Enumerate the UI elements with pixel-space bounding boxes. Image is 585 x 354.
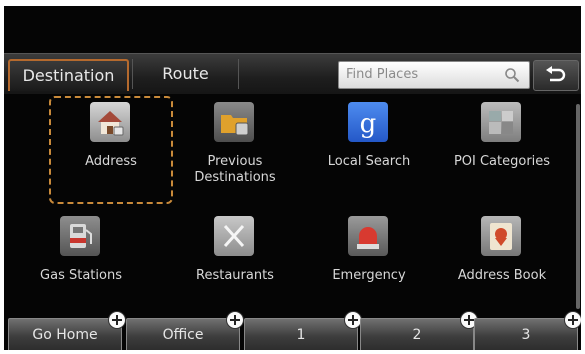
search-icon[interactable] [504, 67, 520, 83]
menu-item-poi-categories[interactable]: POI Categories [442, 98, 562, 202]
address-book-icon [481, 216, 521, 256]
search-input[interactable]: Find Places [338, 61, 530, 89]
destination-menu: Address Previous Destinations g Local Se… [4, 94, 581, 314]
folder-icon [214, 102, 254, 142]
menu-item-gas-stations[interactable]: Gas Stations [21, 212, 141, 316]
back-button[interactable] [533, 60, 579, 91]
fork-knife-icon [214, 216, 254, 256]
tab-destination[interactable]: Destination [8, 59, 129, 91]
back-arrow-icon [546, 66, 566, 82]
poi-icon [481, 102, 521, 142]
go-home-button[interactable]: Go Home [8, 311, 126, 350]
quick-button-label: 2 [412, 327, 422, 343]
menu-item-label: Address Book [457, 268, 547, 283]
tab-bar: Destination Route Find Places [4, 53, 581, 96]
menu-item-local-search[interactable]: g Local Search [309, 98, 429, 202]
menu-item-address-book[interactable]: Address Book [442, 212, 562, 316]
plus-icon[interactable] [564, 311, 581, 329]
scrollbar[interactable] [576, 104, 580, 309]
quick-button-label: Office [162, 327, 204, 343]
quick-destinations-bar: Go Home Office 1 2 3 [4, 311, 581, 350]
menu-item-restaurants[interactable]: Restaurants [175, 212, 295, 316]
menu-item-label: POI Categories [453, 154, 551, 169]
quick-button-label: Go Home [32, 327, 98, 343]
menu-item-label: Gas Stations [40, 268, 122, 283]
menu-item-label: Local Search [327, 154, 411, 169]
menu-item-address[interactable]: Address [49, 96, 173, 204]
menu-item-label: Restaurants [196, 268, 274, 283]
menu-item-emergency[interactable]: Emergency [309, 212, 429, 316]
gas-pump-icon [60, 216, 100, 256]
svg-text:g: g [360, 109, 377, 139]
quick-slot-3-button[interactable]: 3 [474, 311, 581, 350]
google-icon: g [348, 102, 388, 142]
plus-icon[interactable] [108, 311, 126, 329]
quick-button-label: 1 [296, 327, 306, 343]
navigation-screen: Destination Route Find Places Address Pr… [4, 6, 581, 350]
quick-button-label: 3 [521, 327, 531, 343]
menu-item-label: Emergency [332, 268, 406, 283]
office-button[interactable]: Office [126, 311, 244, 350]
house-icon [90, 102, 130, 142]
menu-item-previous-destinations[interactable]: Previous Destinations [175, 98, 295, 202]
quick-slot-1-button[interactable]: 1 [244, 311, 362, 350]
menu-item-label: Address [85, 154, 137, 169]
search-placeholder: Find Places [346, 67, 419, 82]
tab-route[interactable]: Route [132, 59, 239, 89]
siren-icon [348, 216, 388, 256]
plus-icon[interactable] [226, 311, 244, 329]
menu-item-label: Previous Destinations [194, 154, 276, 185]
quick-slot-2-button[interactable]: 2 [360, 311, 478, 350]
